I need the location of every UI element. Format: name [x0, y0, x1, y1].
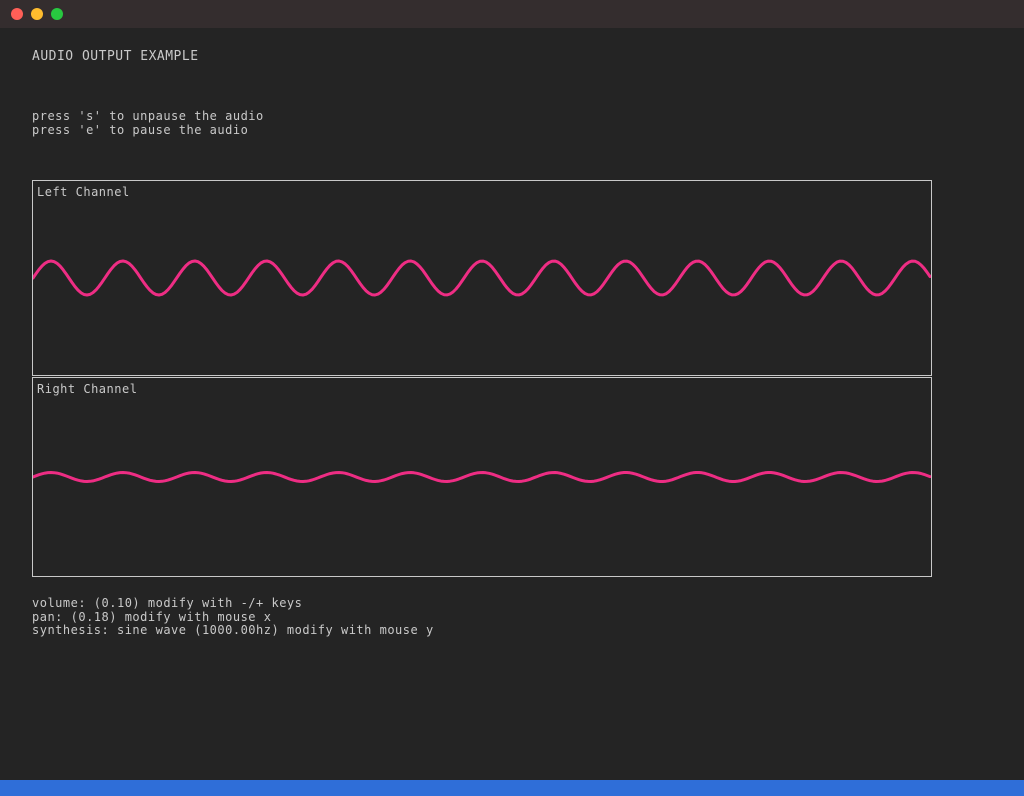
right-channel-panel: Right Channel: [32, 377, 932, 577]
minimize-button[interactable]: [31, 8, 43, 20]
right-channel-label: Right Channel: [37, 382, 138, 396]
bottom-strip: [0, 780, 1024, 796]
instruction-unpause: press 's' to unpause the audio: [32, 109, 264, 123]
zoom-button[interactable]: [51, 8, 63, 20]
titlebar[interactable]: [0, 0, 1024, 28]
right-channel-waveform: [33, 471, 931, 483]
app-window: AUDIO OUTPUT EXAMPLE press 's' to unpaus…: [0, 0, 1024, 796]
instructions: press 's' to unpause the audio press 'e'…: [32, 109, 264, 137]
status-synthesis: synthesis: sine wave (1000.00hz) modify …: [32, 623, 434, 637]
left-channel-label: Left Channel: [37, 185, 130, 199]
close-button[interactable]: [11, 8, 23, 20]
status-volume: volume: (0.10) modify with -/+ keys: [32, 596, 303, 610]
content-area: AUDIO OUTPUT EXAMPLE press 's' to unpaus…: [0, 28, 1024, 796]
left-channel-waveform: [33, 259, 931, 297]
left-channel-panel: Left Channel: [32, 180, 932, 376]
page-title: AUDIO OUTPUT EXAMPLE: [32, 49, 199, 64]
status-pan: pan: (0.18) modify with mouse x: [32, 609, 272, 624]
instruction-pause: press 'e' to pause the audio: [32, 123, 249, 137]
status-readout: volume: (0.10) modify with -/+ keys pan:…: [32, 596, 434, 638]
